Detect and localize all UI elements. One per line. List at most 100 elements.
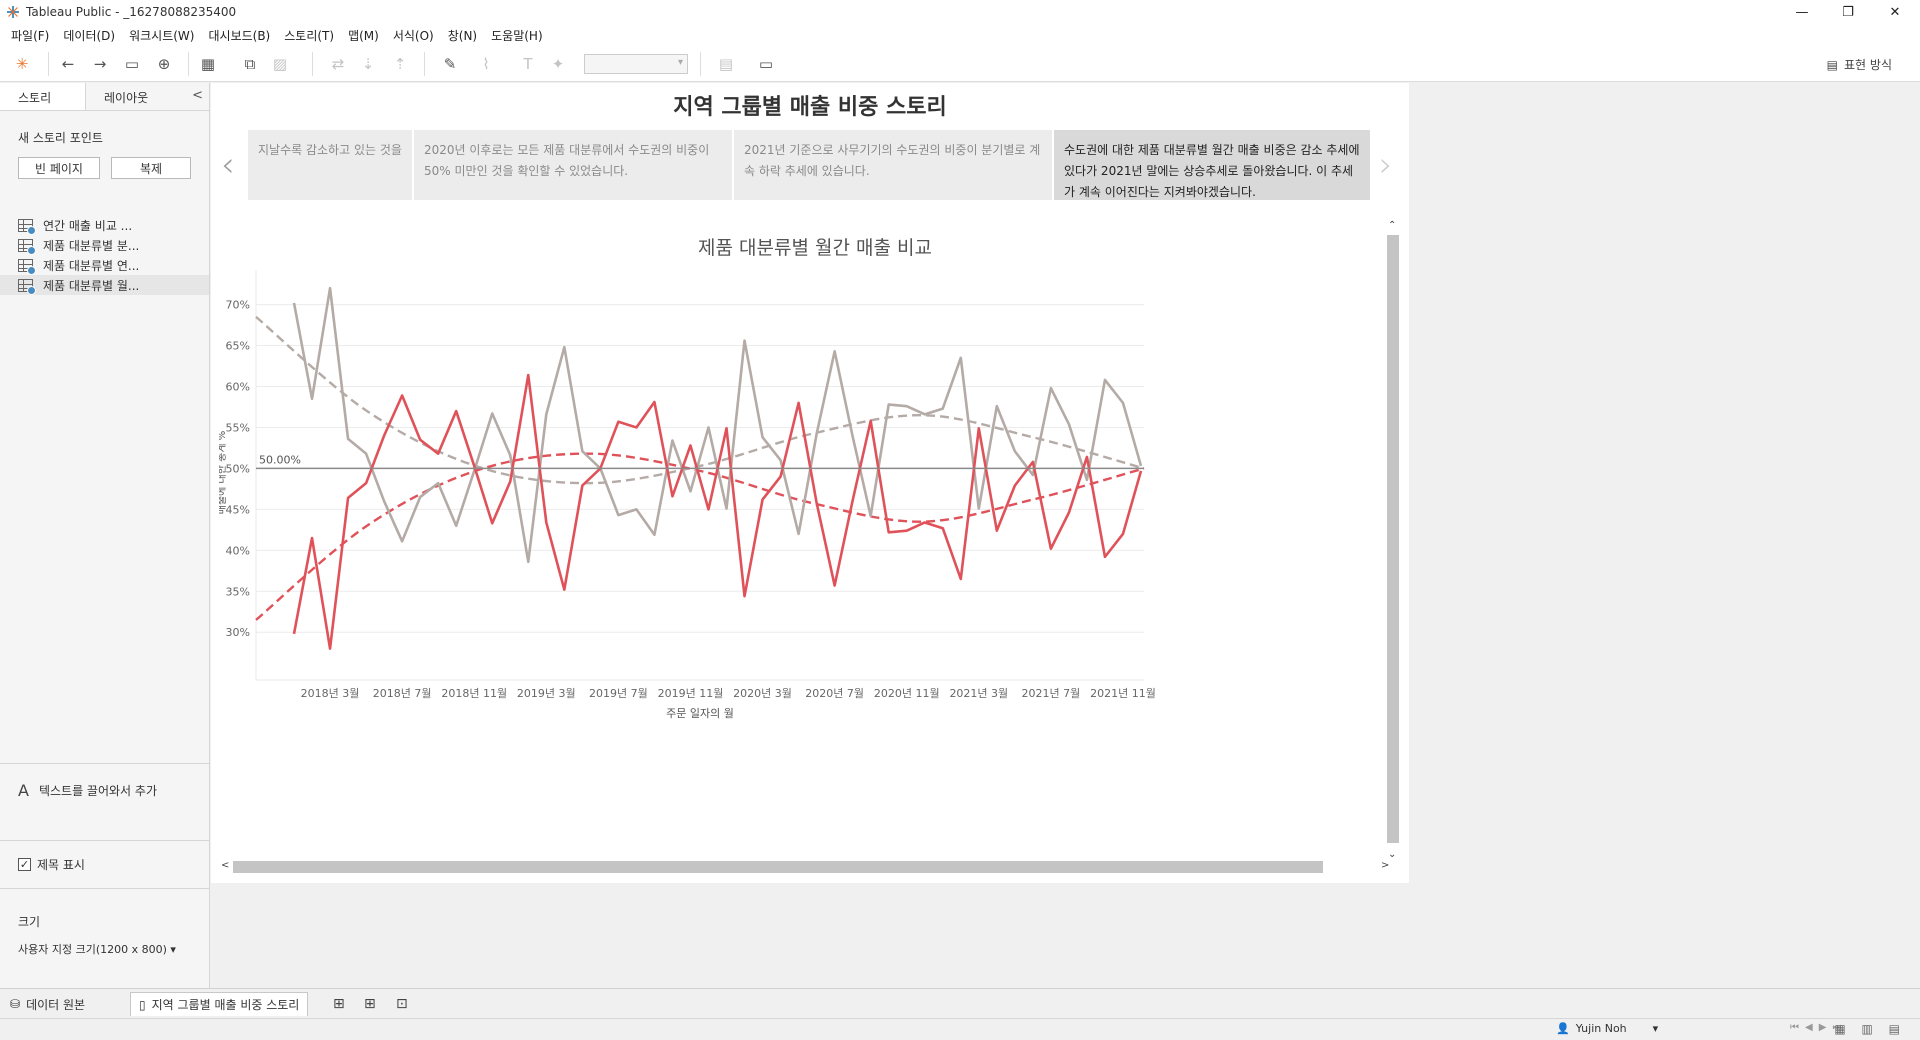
presentation-mode-icon[interactable]: ▭ [756, 54, 776, 74]
story-sidebar: 스토리 레이아웃 < 새 스토리 포인트 빈 페이지 복제 연간 매출 비교 .… [0, 83, 210, 988]
sheet-item[interactable]: 연간 매출 비교 ... [0, 215, 209, 235]
menu-window[interactable]: 창(N) [441, 27, 484, 44]
tab-layout[interactable]: 레이아웃 [86, 83, 172, 110]
new-datasource-icon[interactable]: ⊕ [154, 54, 174, 74]
drag-text-label: 텍스트를 끌어와서 추가 [38, 784, 157, 798]
redo-icon[interactable]: → [90, 54, 110, 74]
menu-data[interactable]: 데이터(D) [56, 27, 122, 44]
y-axis-label: 매출에 대한 총계 % [219, 431, 228, 514]
sort-asc-icon[interactable]: ⇣ [358, 54, 378, 74]
previous-point-icon[interactable]: ‹ [221, 145, 235, 185]
scroll-up-icon[interactable]: ⌃ [1388, 220, 1396, 231]
story-points-navigator: 지날수록 감소하고 있는 것을 2020년 이후로는 모든 제품 대분류에서 수… [248, 130, 1370, 200]
sheet-item-label: 제품 대분류별 연... [43, 258, 140, 273]
new-story-icon[interactable]: ⊡ [396, 996, 408, 1012]
worksheet-icon [18, 258, 36, 275]
restore-icon[interactable]: ❐ [1825, 0, 1871, 24]
tab-data-source[interactable]: ⛁ 데이터 원본 [2, 992, 93, 1016]
size-dropdown[interactable]: 사용자 지정 크기(1200 x 800) ▾ [18, 941, 176, 957]
reference-line-label: 50.00% [259, 453, 301, 466]
minimize-icon[interactable]: — [1779, 0, 1825, 24]
menu-dashboard[interactable]: 대시보드(B) [201, 27, 277, 44]
x-tick-label: 2018년 7월 [373, 687, 432, 700]
show-title-checkbox[interactable]: ✓ 제목 표시 [18, 856, 85, 873]
user-menu[interactable]: 👤 Yujin Noh ▾ [1556, 1022, 1658, 1035]
story-point[interactable]: 지날수록 감소하고 있는 것을 [248, 130, 412, 200]
fit-select[interactable] [584, 54, 688, 74]
scroll-right-icon[interactable]: > [1381, 860, 1389, 871]
swap-icon[interactable]: ⇄ [328, 54, 348, 74]
divider [0, 763, 209, 764]
y-tick-label: 55% [226, 421, 250, 434]
window-title: Tableau Public - _16278088235400 [26, 5, 237, 19]
toolbar-separator [188, 52, 189, 76]
clear-sheet-icon[interactable]: ▨ [270, 54, 290, 74]
y-tick-label: 40% [226, 544, 250, 557]
menu-worksheet[interactable]: 워크시트(W) [122, 27, 201, 44]
menu-story[interactable]: 스토리(T) [277, 27, 341, 44]
toolbar-separator [700, 52, 701, 76]
text-object-icon: A [18, 781, 29, 800]
save-icon[interactable]: ▭ [122, 54, 142, 74]
story-icon: ▯ [139, 997, 146, 1012]
sort-desc-icon[interactable]: ⇡ [390, 54, 410, 74]
checkbox-checked-icon: ✓ [18, 858, 31, 871]
duplicate-button[interactable]: 복제 [111, 157, 191, 179]
show-cards-icon[interactable]: ▤ [716, 54, 736, 74]
x-tick-label: 2021년 11월 [1090, 687, 1156, 700]
menu-format[interactable]: 서식(O) [386, 27, 441, 44]
menu-file[interactable]: 파일(F) [4, 27, 56, 44]
sheet-item[interactable]: 제품 대분류별 연... [0, 255, 209, 275]
story-point-caption: 수도권에 대한 제품 대분류별 월간 매출 비중은 감소 추세에 있다가 202… [1064, 143, 1360, 199]
horizontal-scrollbar[interactable]: < > [221, 860, 1391, 874]
x-tick-label: 2019년 11월 [658, 687, 724, 700]
sheet-item-label: 제품 대분류별 분... [43, 238, 140, 253]
scroll-down-icon[interactable]: ⌄ [1388, 849, 1396, 860]
scrollbar-thumb[interactable] [233, 861, 1323, 873]
show-me-button[interactable]: ▤ 표현 방식 [1827, 56, 1892, 73]
database-icon: ⛁ [10, 997, 21, 1011]
x-tick-label: 2020년 7월 [805, 687, 864, 700]
pin-icon[interactable]: ✦ [548, 54, 568, 74]
labels-icon[interactable]: T [518, 54, 538, 74]
series-line [292, 286, 1143, 564]
x-tick-label: 2019년 3월 [517, 687, 576, 700]
collapse-icon[interactable]: < [192, 88, 203, 103]
undo-icon[interactable]: ← [58, 54, 78, 74]
sheet-item-label: 연간 매출 비교 ... [43, 218, 133, 233]
story-point[interactable]: 2021년 기준으로 사무기기의 수도권의 비중이 분기별로 계속 하락 추세에… [734, 130, 1052, 200]
new-worksheet-icon[interactable]: ⊞ [333, 996, 345, 1012]
user-icon: 👤 [1556, 1022, 1570, 1035]
y-tick-label: 35% [226, 585, 250, 598]
size-label: 크기 [18, 915, 41, 929]
menu-help[interactable]: 도움말(H) [484, 27, 550, 44]
worksheet-icon [18, 238, 36, 255]
blank-page-button[interactable]: 빈 페이지 [18, 157, 100, 179]
close-icon[interactable]: ✕ [1872, 0, 1918, 24]
size-value: 사용자 지정 크기(1200 x 800) [18, 943, 167, 956]
drag-text-item[interactable]: A 텍스트를 끌어와서 추가 [18, 781, 157, 800]
story-point[interactable]: 2020년 이후로는 모든 제품 대분류에서 수도권의 비중이 50% 미만인 … [414, 130, 732, 200]
tableau-home-icon[interactable]: ✳ [12, 54, 32, 74]
sheet-item[interactable]: 제품 대분류별 분... [0, 235, 209, 255]
toolbar-separator [312, 52, 313, 76]
scrollbar-thumb[interactable] [1387, 235, 1399, 843]
x-tick-label: 2018년 11월 [441, 687, 507, 700]
vertical-scrollbar[interactable]: ⌃ ⌄ [1386, 220, 1399, 863]
duplicate-sheet-icon[interactable]: ⧉ [240, 54, 260, 74]
sheet-item[interactable]: 제품 대분류별 월... [0, 275, 209, 295]
x-tick-label: 2018년 3월 [301, 687, 360, 700]
highlight-icon[interactable]: ✎ [440, 54, 460, 74]
menu-map[interactable]: 맵(M) [341, 27, 386, 44]
status-bar: 👤 Yujin Noh ▾ ⏮◀▶⏭ ▦ ▥ ▤ [0, 1018, 1920, 1040]
tab-story[interactable]: 스토리 [0, 83, 86, 110]
scroll-left-icon[interactable]: < [221, 860, 229, 871]
story-point-active[interactable]: 수도권에 대한 제품 대분류별 월간 매출 비중은 감소 추세에 있다가 202… [1054, 130, 1370, 200]
tab-story-sheet[interactable]: ▯ 지역 그룹별 매출 비중 스토리 [130, 992, 309, 1016]
new-worksheet-icon[interactable]: ▦ [198, 54, 218, 74]
next-point-icon[interactable]: › [1379, 145, 1393, 185]
new-dashboard-icon[interactable]: ⊞ [364, 996, 376, 1012]
view-toggle-icons[interactable]: ▦ ▥ ▤ [1834, 1022, 1906, 1036]
user-name: Yujin Noh [1575, 1022, 1627, 1035]
group-icon[interactable]: ⌇ [476, 54, 496, 74]
